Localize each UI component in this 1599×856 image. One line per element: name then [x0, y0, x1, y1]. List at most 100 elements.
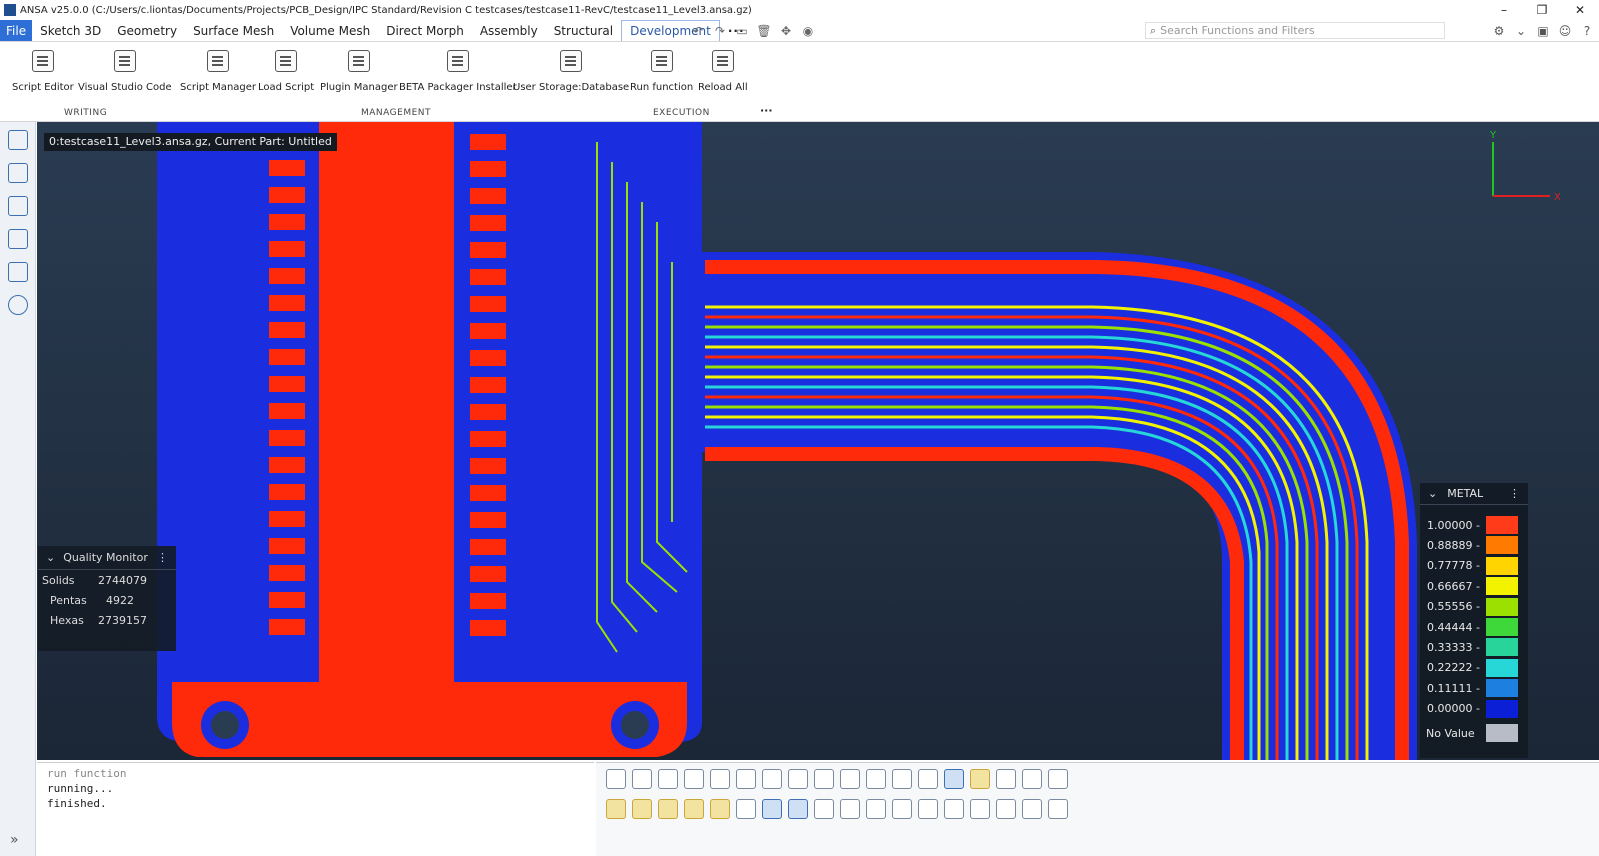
load-script-button[interactable]: Load Script — [258, 50, 314, 93]
tiles-icon[interactable] — [892, 769, 912, 789]
box-select-icon[interactable] — [736, 769, 756, 789]
node-icon[interactable] — [736, 799, 756, 819]
save-icon[interactable]: ▭ — [734, 23, 750, 39]
line-icon[interactable] — [788, 769, 808, 789]
lock-icon[interactable] — [918, 769, 938, 789]
legend-no-value-swatch — [1486, 724, 1518, 742]
delete-icon[interactable]: 🗑 — [756, 23, 772, 39]
menu-geometry[interactable]: Geometry — [109, 20, 185, 41]
legend-entry: 0.33333 - — [1424, 637, 1524, 657]
expand-icon[interactable]: » — [10, 832, 19, 848]
settings-icon[interactable]: ⚙ — [1491, 22, 1507, 39]
minimize-button[interactable]: – — [1485, 0, 1523, 20]
bottom-toolbar — [596, 762, 1599, 856]
split-icon[interactable] — [684, 799, 704, 819]
menu-volume-mesh[interactable]: Volume Mesh — [282, 20, 378, 41]
legend-color-swatch — [1486, 679, 1518, 698]
user-icon[interactable]: ☺ — [1557, 22, 1573, 39]
table-icon[interactable] — [762, 799, 782, 819]
help-icon[interactable]: ? — [1579, 22, 1595, 39]
poly-select-icon[interactable] — [762, 769, 782, 789]
grid-icon[interactable] — [866, 769, 886, 789]
tree-icon[interactable] — [7, 163, 28, 183]
focus-icon[interactable] — [970, 799, 990, 819]
minus-icon[interactable] — [840, 769, 860, 789]
move-icon[interactable] — [840, 799, 860, 819]
qm-row-hexas: Hexas 2739157 — [38, 610, 176, 630]
menu-bar: File Sketch 3D Geometry Surface Mesh Vol… — [0, 20, 1599, 42]
legend-value-label: 0.11111 - — [1427, 681, 1480, 695]
mesh-icon[interactable] — [788, 799, 808, 819]
curve-icon[interactable] — [7, 262, 28, 282]
run-function-icon — [650, 50, 673, 72]
undo-icon[interactable]: ↶ — [690, 23, 706, 39]
reload-all-button[interactable]: Reload All — [698, 50, 748, 93]
clip-icon[interactable] — [1022, 799, 1042, 819]
face-icon[interactable] — [606, 799, 626, 819]
script-manager-button[interactable]: Script Manager — [180, 50, 256, 93]
menu-file[interactable]: File — [0, 20, 33, 41]
angle-icon[interactable] — [684, 769, 704, 789]
target-icon[interactable] — [918, 799, 938, 819]
menu-structural[interactable]: Structural — [546, 20, 621, 41]
entity-filter-icon[interactable] — [632, 769, 652, 789]
quick-access-toolbar: ↶ ↷ ▭ 🗑 ✥ ◉ — [690, 23, 816, 39]
settings-hex-icon[interactable] — [7, 295, 28, 315]
user-storage-database-button[interactable]: User Storage:Database — [513, 50, 629, 93]
redo-icon[interactable]: ↷ — [712, 23, 728, 39]
menu-direct-morph[interactable]: Direct Morph — [378, 20, 472, 41]
shading-icon[interactable] — [1048, 769, 1068, 789]
legend-header[interactable]: ⌄ METAL ⋮ — [1420, 483, 1528, 505]
graphics-viewport[interactable] — [37, 122, 1599, 760]
quality-monitor-header[interactable]: ⌄ Quality Monitor ⋮ — [38, 546, 176, 570]
legend-no-value-label: No Value — [1426, 726, 1475, 740]
plugin-manager-button[interactable]: Plugin Manager — [320, 50, 398, 93]
beta-packager-installer-button[interactable]: BETA Packager Installer — [399, 50, 517, 93]
layers-icon[interactable] — [7, 229, 28, 249]
ribbon-more-button[interactable]: ··· — [760, 104, 773, 117]
run-function-button[interactable]: Run function — [630, 50, 693, 93]
kebab-menu-icon[interactable]: ⋮ — [157, 551, 168, 564]
select-arrow-icon[interactable] — [606, 769, 626, 789]
qm-label: Hexas — [50, 613, 84, 627]
kebab-menu-icon[interactable]: ⋮ — [1509, 487, 1520, 500]
menu-sketch-3d[interactable]: Sketch 3D — [32, 20, 109, 41]
cube-yellow-icon[interactable] — [970, 769, 990, 789]
qm-value: 4922 — [106, 593, 134, 607]
maximize-button[interactable]: ❐ — [1523, 0, 1561, 20]
quality-monitor-title: Quality Monitor — [63, 551, 148, 564]
beta-packager-installer-label: BETA Packager Installer — [399, 82, 517, 93]
face-alt-icon[interactable] — [632, 799, 652, 819]
visual-studio-code-button[interactable]: Visual Studio Code — [78, 50, 172, 93]
cube-icon[interactable] — [944, 769, 964, 789]
script-editor-button[interactable]: Script Editor — [12, 50, 74, 93]
parts-icon[interactable] — [7, 196, 28, 216]
magnet-icon[interactable] — [944, 799, 964, 819]
axis-icon[interactable] — [996, 799, 1016, 819]
section-icon[interactable] — [1048, 799, 1068, 819]
menu-assembly[interactable]: Assembly — [472, 20, 546, 41]
transform-icon[interactable]: ✥ — [778, 23, 794, 39]
plus-icon[interactable] — [814, 769, 834, 789]
user-storage-database-icon — [560, 50, 583, 72]
frame-icon[interactable] — [658, 799, 678, 819]
chevron-down-icon[interactable]: ⌄ — [46, 551, 55, 564]
layout-icon[interactable]: ▣ — [1535, 22, 1551, 39]
menu-surface-mesh[interactable]: Surface Mesh — [185, 20, 282, 41]
normals-icon[interactable] — [892, 799, 912, 819]
wireframe-icon[interactable] — [996, 769, 1016, 789]
fit-icon[interactable] — [866, 799, 886, 819]
measure-icon[interactable] — [814, 799, 834, 819]
search-box[interactable]: ⌕ Search Functions and Filters — [1145, 22, 1445, 39]
edge-icon[interactable] — [710, 799, 730, 819]
list-icon[interactable] — [7, 130, 28, 150]
plugin-manager-label: Plugin Manager — [320, 82, 398, 93]
crosshair-icon[interactable] — [710, 769, 730, 789]
pid-filter-icon[interactable] — [658, 769, 678, 789]
transparency-icon[interactable] — [1022, 769, 1042, 789]
camera-icon[interactable]: ◉ — [800, 23, 816, 39]
chevron-down-icon[interactable]: ⌄ — [1428, 487, 1437, 500]
reload-all-icon — [711, 50, 734, 72]
close-button[interactable]: ✕ — [1561, 0, 1599, 20]
chevron-down-icon[interactable]: ⌄ — [1513, 22, 1529, 39]
